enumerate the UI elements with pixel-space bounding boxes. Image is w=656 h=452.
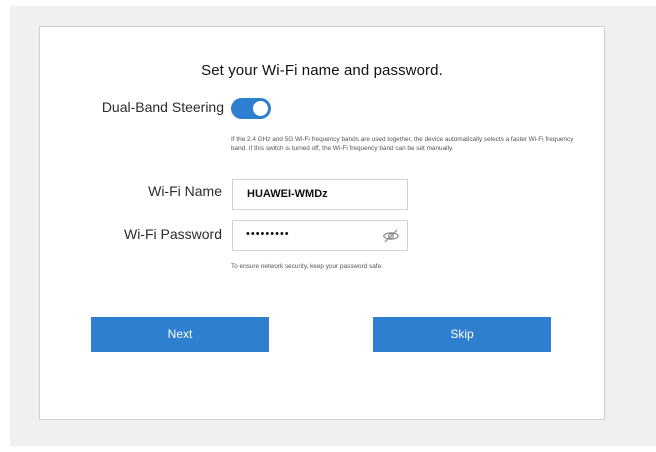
password-note: To ensure network security, keep your pa… <box>231 263 383 270</box>
dual-band-label: Dual-Band Steering <box>101 99 224 115</box>
wifi-name-field[interactable]: HUAWEI-WMDz <box>232 179 408 210</box>
wifi-password-label: Wi-Fi Password <box>123 226 222 242</box>
wifi-name-label: Wi-Fi Name <box>148 183 222 199</box>
page-title: Set your Wi-Fi name and password. <box>201 62 443 79</box>
dual-band-hint: If the 2.4 GHz and 5G Wi-Fi frequency ba… <box>231 136 574 153</box>
wifi-password-field[interactable]: ••••••••• <box>232 220 408 251</box>
wifi-setup-card: Set your Wi-Fi name and password. Dual-B… <box>39 26 605 420</box>
page-backdrop: Set your Wi-Fi name and password. Dual-B… <box>10 6 656 446</box>
next-button[interactable]: Next <box>91 317 269 352</box>
eye-off-icon[interactable] <box>382 228 400 244</box>
toggle-knob <box>253 101 268 116</box>
wifi-name-value: HUAWEI-WMDz <box>247 188 328 200</box>
dual-band-toggle[interactable] <box>231 98 271 119</box>
skip-button[interactable]: Skip <box>373 317 551 352</box>
wifi-password-value: ••••••••• <box>246 228 290 240</box>
